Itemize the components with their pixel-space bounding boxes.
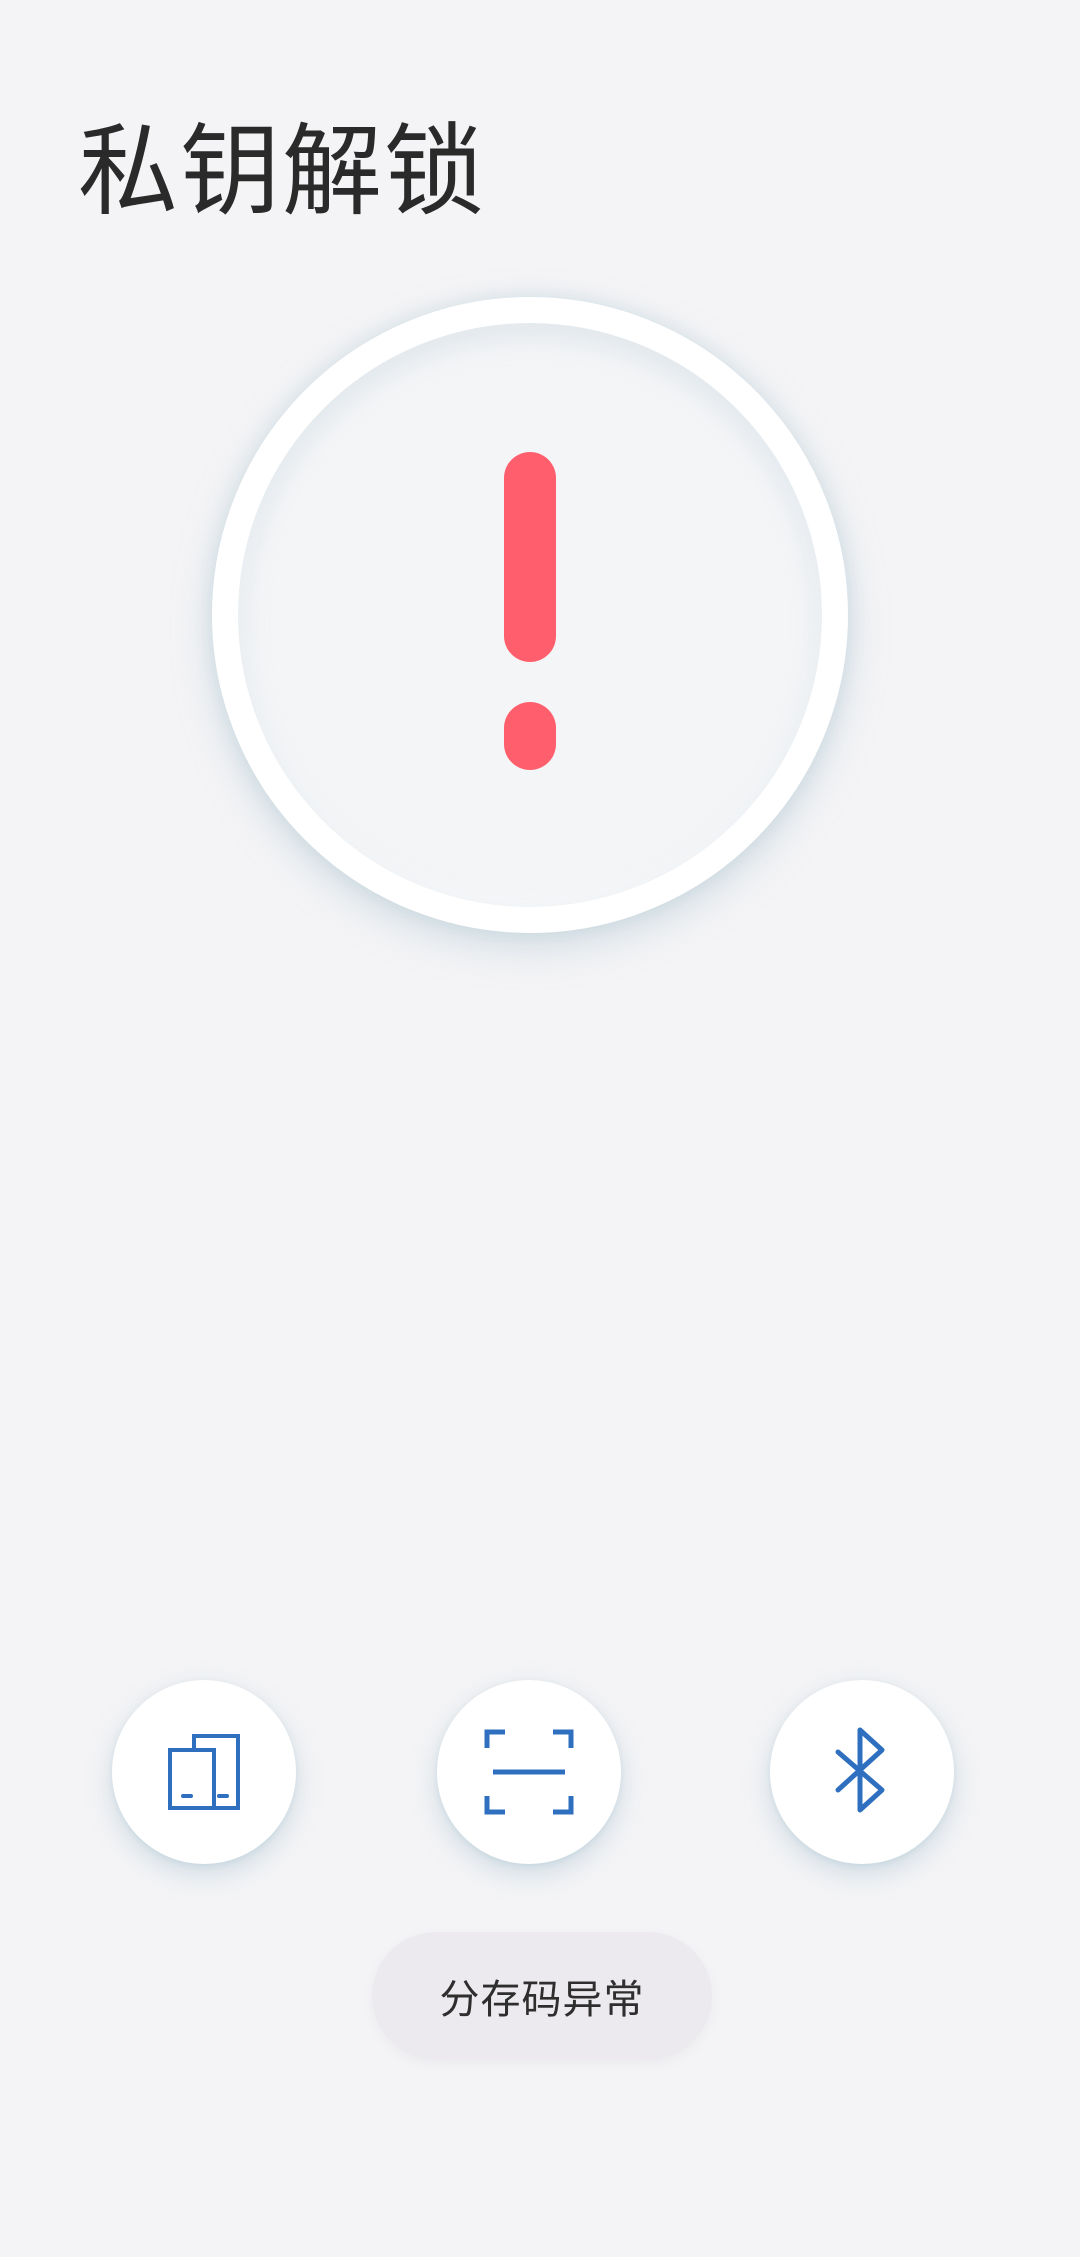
exclamation-icon: [504, 452, 556, 770]
bluetooth-icon: [835, 1727, 885, 1813]
toast-notification: 分存码异常: [372, 1932, 712, 2060]
page-title: 私钥解锁: [78, 113, 486, 230]
devices-icon: [168, 1734, 240, 1810]
scan-icon: [484, 1729, 574, 1815]
scan-button[interactable]: [437, 1680, 621, 1864]
toast-message: 分存码异常: [439, 1977, 645, 2023]
devices-button[interactable]: [112, 1680, 296, 1864]
bluetooth-button[interactable]: [770, 1680, 954, 1864]
